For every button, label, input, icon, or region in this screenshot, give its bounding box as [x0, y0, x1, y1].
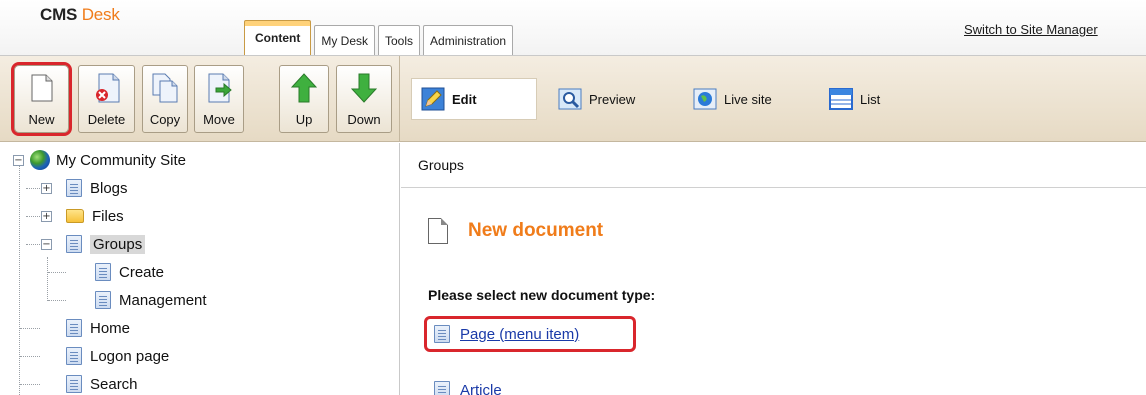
tree-item-files[interactable]: Files [66, 204, 124, 228]
tree-guide-line [26, 188, 40, 189]
move-button-label: Move [203, 112, 235, 127]
breadcrumb-item: Groups [418, 157, 464, 173]
site-globe-icon [30, 150, 50, 170]
delete-document-icon [92, 72, 122, 104]
tree-item-logon-page[interactable]: Logon page [66, 344, 169, 368]
document-icon [95, 263, 111, 281]
move-button[interactable]: Move [194, 65, 244, 133]
copy-document-icon [150, 72, 180, 104]
move-document-icon [204, 72, 234, 104]
tree-item-groups[interactable]: Groups [66, 232, 146, 256]
page-header: New document [428, 218, 603, 244]
new-button[interactable]: New [11, 62, 72, 136]
list-icon [828, 86, 854, 112]
tree-collapse-toggle[interactable]: − [13, 155, 24, 166]
tree-item-label: Management [119, 291, 207, 309]
new-document-icon [428, 218, 448, 244]
tree-guide-line [47, 257, 48, 301]
tree-guide-line [48, 300, 66, 301]
doc-type-label: Article [460, 381, 502, 395]
tab-content[interactable]: Content [244, 20, 312, 55]
tree-item-search[interactable]: Search [66, 372, 138, 395]
tree-guide-line [20, 328, 40, 329]
delete-button-label: Delete [87, 112, 126, 127]
tree-guide-line [26, 244, 40, 245]
document-icon [66, 375, 82, 393]
tree-guide-line [26, 216, 40, 217]
view-tab-list[interactable]: List [828, 78, 880, 120]
main-content: Groups New document Please select new do… [401, 143, 1146, 395]
view-tab-edit-label: Edit [452, 91, 477, 107]
tree-root-label: My Community Site [56, 151, 187, 169]
header: CMS Desk Content My Desk Tools Administr… [0, 0, 1146, 56]
tree-item-label: Search [90, 375, 138, 393]
doc-type-page-menu-item-link[interactable]: Page (menu item) [434, 321, 579, 347]
document-icon [66, 347, 82, 365]
tree-root-node[interactable]: My Community Site [30, 148, 186, 172]
content-tree: − My Community Site + Blogs + Files − Gr… [0, 143, 400, 395]
tab-administration[interactable]: Administration [423, 25, 514, 55]
tree-item-label: Groups [90, 234, 146, 254]
toolbar: New Delete Copy Move Up Down Edit Previe… [0, 56, 1146, 142]
tree-guide-line [20, 356, 40, 357]
tree-item-label: Logon page [90, 347, 170, 365]
document-icon [434, 325, 450, 343]
tree-item-label: Blogs [90, 179, 128, 197]
tree-item-label: Files [92, 207, 124, 225]
app-logo: CMS Desk [40, 5, 120, 25]
preview-magnifier-icon [557, 86, 583, 112]
page-title: New document [468, 220, 604, 241]
copy-button-label: Copy [149, 112, 181, 127]
new-button-label: New [28, 112, 55, 127]
document-actions: New Delete Copy Move Up Down [0, 56, 400, 142]
view-tab-live-site[interactable]: Live site [692, 78, 772, 120]
view-tab-list-label: List [860, 91, 881, 107]
tab-tools[interactable]: Tools [378, 25, 421, 55]
doc-type-label: Page (menu item) [460, 325, 580, 343]
new-document-icon [27, 72, 57, 104]
document-icon [66, 179, 82, 197]
edit-pencil-icon [420, 86, 446, 112]
tree-item-label: Home [90, 319, 131, 337]
arrow-up-icon [289, 72, 319, 104]
tree-item-management[interactable]: Management [95, 288, 207, 312]
tree-item-blogs[interactable]: Blogs [66, 176, 128, 200]
down-button-label: Down [347, 112, 381, 127]
tree-expand-toggle[interactable]: + [41, 183, 52, 194]
up-button[interactable]: Up [279, 65, 329, 133]
delete-button[interactable]: Delete [78, 65, 135, 133]
up-button-label: Up [295, 112, 313, 127]
logo-main-text: CMS [40, 5, 78, 24]
logo-accent-text: Desk [81, 5, 120, 24]
tree-item-create[interactable]: Create [95, 260, 164, 284]
document-icon [95, 291, 111, 309]
tree-item-home[interactable]: Home [66, 316, 130, 340]
tree-expand-toggle[interactable]: + [41, 211, 52, 222]
document-icon [66, 319, 82, 337]
tree-guide-line [19, 163, 20, 395]
arrow-down-icon [349, 72, 379, 104]
tree-guide-line [48, 272, 66, 273]
tree-collapse-toggle[interactable]: − [41, 239, 52, 250]
section-label: Please select new document type: [428, 287, 656, 303]
tab-my-desk[interactable]: My Desk [314, 25, 375, 55]
document-icon [66, 235, 82, 253]
article-document-icon [434, 381, 450, 395]
breadcrumb: Groups [401, 143, 1146, 188]
down-button[interactable]: Down [336, 65, 392, 133]
view-tab-preview[interactable]: Preview [557, 78, 635, 120]
switch-to-site-manager-link[interactable]: Switch to Site Manager [964, 22, 1098, 37]
tree-guide-line [20, 384, 40, 385]
main-tabs: Content My Desk Tools Administration [244, 20, 516, 55]
live-site-globe-icon [692, 86, 718, 112]
view-tab-live-site-label: Live site [724, 91, 772, 107]
folder-icon [66, 209, 84, 223]
view-tab-preview-label: Preview [589, 91, 636, 107]
view-tab-edit[interactable]: Edit [411, 78, 537, 120]
copy-button[interactable]: Copy [142, 65, 188, 133]
tree-item-label: Create [119, 263, 165, 281]
doc-type-article-link[interactable]: Article [434, 377, 502, 395]
